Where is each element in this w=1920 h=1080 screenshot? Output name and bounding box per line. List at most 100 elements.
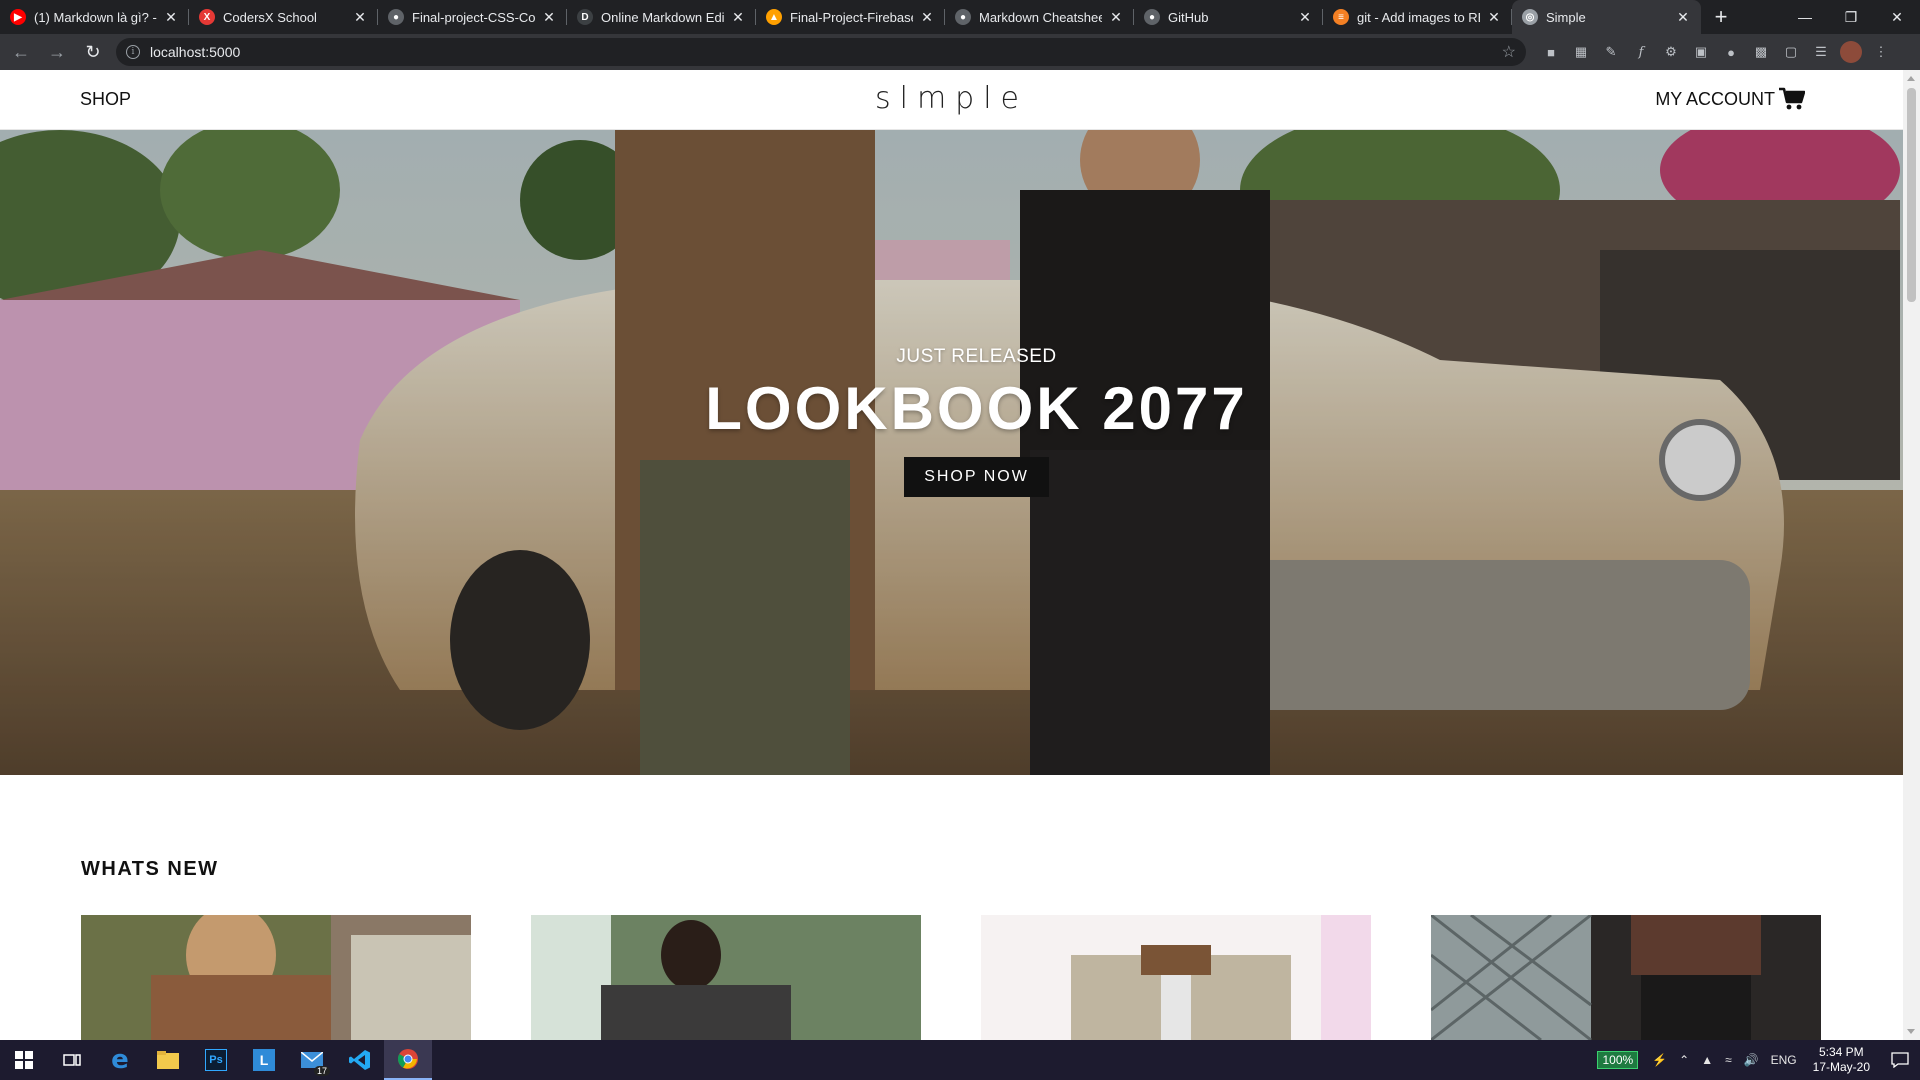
close-tab-icon[interactable]: ✕ bbox=[1108, 9, 1124, 26]
browser-tab[interactable]: ◎ Simple ✕ bbox=[1512, 0, 1701, 34]
system-tray: 100% ⚡ ⌃ ▲ ≈ 🔊 ENG 5:34 PM 17-May-20 bbox=[1597, 1040, 1920, 1080]
profile-avatar[interactable] bbox=[1838, 39, 1864, 65]
close-tab-icon[interactable]: ✕ bbox=[352, 9, 368, 26]
close-tab-icon[interactable]: ✕ bbox=[1486, 9, 1502, 26]
extension-function-icon[interactable]: f bbox=[1628, 39, 1654, 65]
scroll-up-icon[interactable] bbox=[1907, 76, 1915, 81]
github-icon: ● bbox=[1144, 9, 1160, 25]
youtube-icon: ▶ bbox=[10, 9, 26, 25]
close-tab-icon[interactable]: ✕ bbox=[163, 9, 179, 26]
scrollbar-thumb[interactable] bbox=[1907, 88, 1916, 302]
chrome-icon[interactable] bbox=[384, 1040, 432, 1080]
product-card[interactable] bbox=[1431, 915, 1821, 1040]
wifi-icon[interactable]: ≈ bbox=[1725, 1053, 1732, 1067]
extension-s-icon[interactable]: ▣ bbox=[1688, 39, 1714, 65]
browser-tab[interactable]: ≡ git - Add images to RE ✕ bbox=[1323, 0, 1512, 34]
tab-title: Final-Project-Firebase - bbox=[790, 9, 913, 25]
lightroom-icon[interactable]: L bbox=[240, 1040, 288, 1080]
extension-puzzle-icon[interactable]: ▩ bbox=[1748, 39, 1774, 65]
volume-icon[interactable]: 🔊 bbox=[1744, 1053, 1759, 1067]
product-card[interactable] bbox=[531, 915, 921, 1040]
windows-start-icon[interactable] bbox=[0, 1040, 48, 1080]
extension-box-icon[interactable]: ▢ bbox=[1778, 39, 1804, 65]
restore-icon[interactable]: ❐ bbox=[1828, 0, 1874, 34]
site-logo[interactable]: slmple bbox=[0, 81, 1903, 116]
tab-title: Online Markdown Edito bbox=[601, 9, 724, 25]
shop-now-button[interactable]: SHOP NOW bbox=[904, 457, 1049, 497]
new-tab-button[interactable]: + bbox=[1701, 0, 1741, 34]
photoshop-icon[interactable]: Ps bbox=[192, 1040, 240, 1080]
page-scrollbar[interactable] bbox=[1903, 70, 1920, 1040]
minimize-icon[interactable]: — bbox=[1782, 0, 1828, 34]
taskbar-clock[interactable]: 5:34 PM 17-May-20 bbox=[1813, 1045, 1870, 1075]
shopping-cart-icon[interactable] bbox=[1779, 87, 1805, 111]
close-window-icon[interactable]: ✕ bbox=[1874, 0, 1920, 34]
site-info-icon[interactable]: i bbox=[126, 45, 140, 59]
product-image bbox=[531, 915, 921, 1040]
browser-tab[interactable]: X CodersX School ✕ bbox=[189, 0, 378, 34]
hero-text: JUST RELEASED LOOKBOOK 2077 SHOP NOW bbox=[0, 346, 1903, 497]
extensions-bar: ■ ▦ ✎ f ⚙ ▣ ● ▩ ▢ ☰ ⋮ bbox=[1536, 39, 1896, 65]
onedrive-icon[interactable]: ▲ bbox=[1701, 1053, 1713, 1067]
windows-taskbar: e Ps L 17 100% ⚡ ⌃ ▲ ≈ 🔊 ENG 5:34 PM 17-… bbox=[0, 1040, 1920, 1080]
browser-tab[interactable]: ● Final-project-CSS-Code ✕ bbox=[378, 0, 567, 34]
browser-tab[interactable]: ● GitHub ✕ bbox=[1134, 0, 1323, 34]
close-tab-icon[interactable]: ✕ bbox=[1675, 9, 1691, 26]
product-image bbox=[81, 915, 471, 1040]
web-page: SHOP slmple MY ACCOUNT JUST RELEASED LOO… bbox=[0, 70, 1903, 1040]
codersx-icon: X bbox=[199, 9, 215, 25]
scroll-down-icon[interactable] bbox=[1907, 1029, 1915, 1034]
product-grid bbox=[81, 915, 1881, 1040]
close-tab-icon[interactable]: ✕ bbox=[919, 9, 935, 26]
globe-icon: ◎ bbox=[1522, 9, 1538, 25]
chrome-menu-icon[interactable]: ⋮ bbox=[1868, 39, 1894, 65]
reading-list-icon[interactable]: ☰ bbox=[1808, 39, 1834, 65]
tab-title: (1) Markdown là gì? - Y bbox=[34, 9, 157, 25]
clock-date: 17-May-20 bbox=[1812, 1060, 1870, 1074]
browser-tab-bar: ▶ (1) Markdown là gì? - Y ✕ X CodersX School… bbox=[0, 0, 1920, 34]
power-plug-icon[interactable]: ⚡ bbox=[1652, 1053, 1667, 1067]
github-icon: ● bbox=[955, 9, 971, 25]
extension-gear-icon[interactable]: ⚙ bbox=[1658, 39, 1684, 65]
product-image bbox=[981, 915, 1371, 1040]
mail-icon[interactable]: 17 bbox=[288, 1040, 336, 1080]
bookmark-star-icon[interactable]: ☆ bbox=[1502, 42, 1516, 62]
file-explorer-icon[interactable] bbox=[144, 1040, 192, 1080]
product-card[interactable] bbox=[81, 915, 471, 1040]
browser-tab[interactable]: ▶ (1) Markdown là gì? - Y ✕ bbox=[0, 0, 189, 34]
extension-translate-icon[interactable]: ▦ bbox=[1568, 39, 1594, 65]
extension-pen-icon[interactable]: ✎ bbox=[1598, 39, 1624, 65]
task-view-icon[interactable] bbox=[48, 1040, 96, 1080]
tab-title: CodersX School bbox=[223, 9, 317, 25]
extension-notes-icon[interactable]: ■ bbox=[1538, 39, 1564, 65]
vscode-icon[interactable] bbox=[336, 1040, 384, 1080]
battery-indicator[interactable]: 100% bbox=[1597, 1051, 1639, 1069]
site-header: SHOP slmple MY ACCOUNT bbox=[0, 70, 1903, 130]
extension-circle-icon[interactable]: ● bbox=[1718, 39, 1744, 65]
browser-tab[interactable]: ● Markdown Cheatsheet ✕ bbox=[945, 0, 1134, 34]
browser-tab[interactable]: D Online Markdown Edito ✕ bbox=[567, 0, 756, 34]
tab-title: git - Add images to RE bbox=[1357, 9, 1480, 25]
reload-icon[interactable]: ↻ bbox=[78, 37, 108, 67]
firebase-icon: ▲ bbox=[766, 9, 782, 25]
clock-time: 5:34 PM bbox=[1818, 1045, 1864, 1059]
product-image bbox=[1431, 915, 1821, 1040]
product-card[interactable] bbox=[981, 915, 1371, 1040]
edge-icon[interactable]: e bbox=[96, 1040, 144, 1080]
window-controls: — ❐ ✕ bbox=[1782, 0, 1920, 34]
close-tab-icon[interactable]: ✕ bbox=[730, 9, 746, 26]
close-tab-icon[interactable]: ✕ bbox=[1297, 9, 1313, 26]
browser-tab[interactable]: ▲ Final-Project-Firebase - ✕ bbox=[756, 0, 945, 34]
action-center-icon[interactable] bbox=[1880, 1052, 1920, 1068]
back-arrow-icon[interactable]: ← bbox=[6, 37, 36, 67]
hero-banner: JUST RELEASED LOOKBOOK 2077 SHOP NOW bbox=[0, 130, 1903, 775]
nav-my-account-link[interactable]: MY ACCOUNT bbox=[1655, 89, 1775, 110]
avatar bbox=[1840, 41, 1862, 63]
address-bar[interactable]: i localhost:5000 ☆ bbox=[116, 38, 1526, 66]
github-icon: ● bbox=[388, 9, 404, 25]
input-language[interactable]: ENG bbox=[1771, 1053, 1797, 1067]
forward-arrow-icon[interactable]: → bbox=[42, 37, 72, 67]
close-tab-icon[interactable]: ✕ bbox=[541, 9, 557, 26]
show-hidden-icons-icon[interactable]: ⌃ bbox=[1679, 1053, 1689, 1067]
address-url[interactable]: localhost:5000 bbox=[150, 44, 240, 60]
